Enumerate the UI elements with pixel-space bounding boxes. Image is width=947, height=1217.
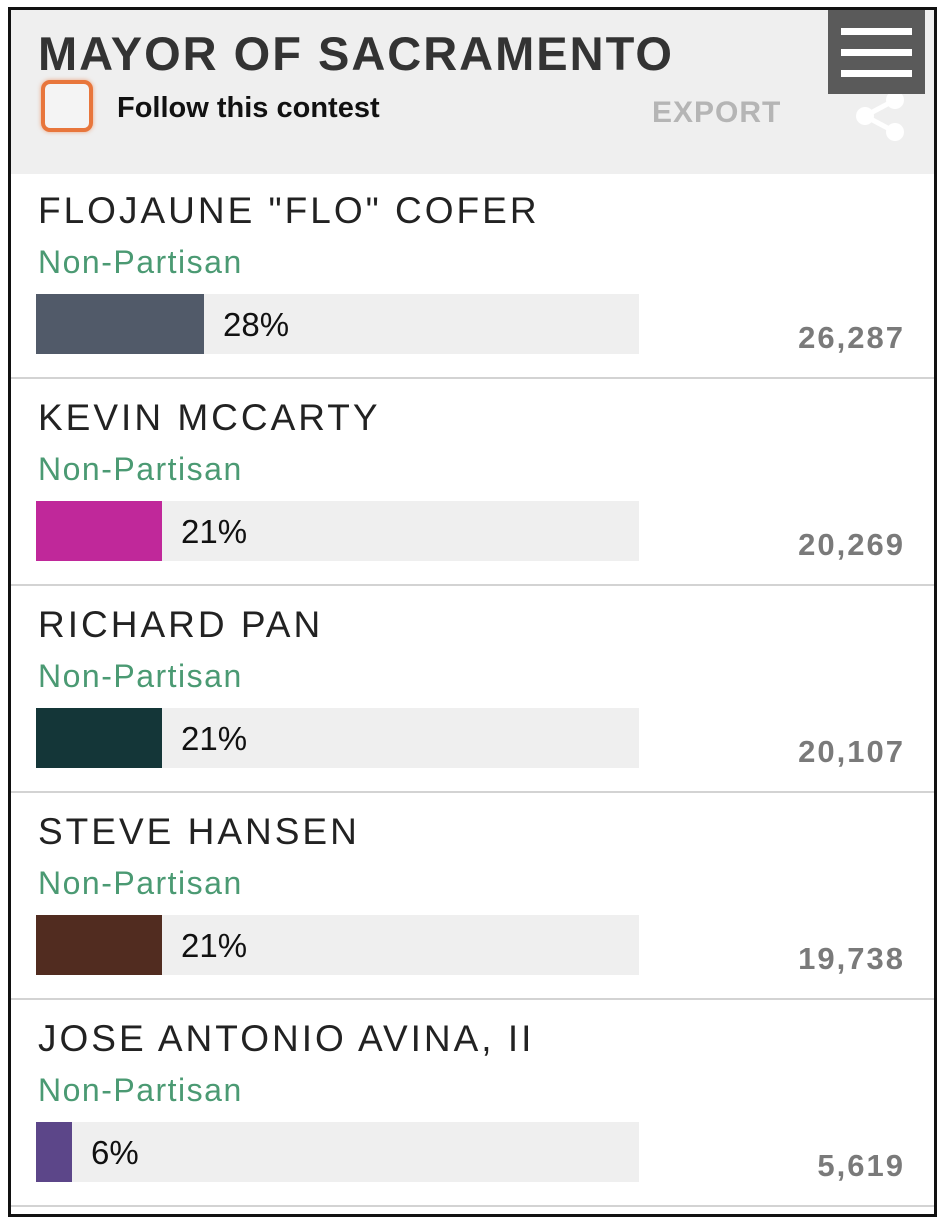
vote-bar-track: 28% xyxy=(36,294,639,354)
candidate-name: FLOJAUNE "FLO" COFER xyxy=(38,190,540,231)
vote-percent: 21% xyxy=(181,927,248,964)
candidate-row: STEVE HANSEN Non-Partisan 21% 19,738 xyxy=(11,795,934,1000)
candidate-party: Non-Partisan xyxy=(38,658,243,694)
candidate-row: KEVIN MCCARTY Non-Partisan 21% 20,269 xyxy=(11,381,934,586)
candidate-name: RICHARD PAN xyxy=(38,604,324,645)
vote-bar-fill xyxy=(36,915,162,975)
export-button[interactable]: EXPORT xyxy=(652,96,781,130)
candidate-party: Non-Partisan xyxy=(38,451,243,487)
vote-percent: 6% xyxy=(91,1134,139,1171)
vote-count: 19,738 xyxy=(798,941,905,976)
vote-count: 5,619 xyxy=(817,1148,905,1183)
contest-title: MAYOR OF SACRAMENTO xyxy=(38,27,674,80)
vote-bar-fill xyxy=(36,501,162,561)
vote-bar-track: 6% xyxy=(36,1122,639,1182)
candidate-name: JOSE ANTONIO AVINA, II xyxy=(38,1018,535,1059)
vote-percent: 21% xyxy=(181,513,248,550)
share-icon[interactable] xyxy=(851,88,907,144)
follow-checkbox[interactable] xyxy=(41,80,93,132)
vote-bar-track: 21% xyxy=(36,501,639,561)
candidate-row: RICHARD PAN Non-Partisan 21% 20,107 xyxy=(11,588,934,793)
vote-bar-track: 21% xyxy=(36,708,639,768)
vote-percent: 21% xyxy=(181,720,248,757)
contest-header: MAYOR OF SACRAMENTO Follow this contest … xyxy=(11,10,934,174)
vote-bar-fill xyxy=(36,708,162,768)
candidate-name: KEVIN MCCARTY xyxy=(38,397,381,438)
vote-count: 20,269 xyxy=(798,527,905,562)
candidate-party: Non-Partisan xyxy=(38,1072,243,1108)
candidate-row: JOSE ANTONIO AVINA, II Non-Partisan 6% 5… xyxy=(11,1002,934,1207)
vote-bar-track: 21% xyxy=(36,915,639,975)
vote-count: 26,287 xyxy=(798,320,905,355)
vote-bar-fill xyxy=(36,294,204,354)
menu-line xyxy=(841,70,912,77)
candidate-party: Non-Partisan xyxy=(38,865,243,901)
menu-line xyxy=(841,28,912,35)
candidate-party: Non-Partisan xyxy=(38,244,243,280)
candidate-name: STEVE HANSEN xyxy=(38,811,360,852)
vote-count: 20,107 xyxy=(798,734,905,769)
menu-line xyxy=(841,49,912,56)
vote-percent: 28% xyxy=(223,306,290,343)
contest-card: MAYOR OF SACRAMENTO Follow this contest … xyxy=(8,7,937,1217)
follow-label[interactable]: Follow this contest xyxy=(117,92,380,125)
vote-bar-fill xyxy=(36,1122,72,1182)
candidate-row: FLOJAUNE "FLO" COFER Non-Partisan 28% 26… xyxy=(11,174,934,379)
hamburger-menu-icon[interactable] xyxy=(828,10,925,94)
